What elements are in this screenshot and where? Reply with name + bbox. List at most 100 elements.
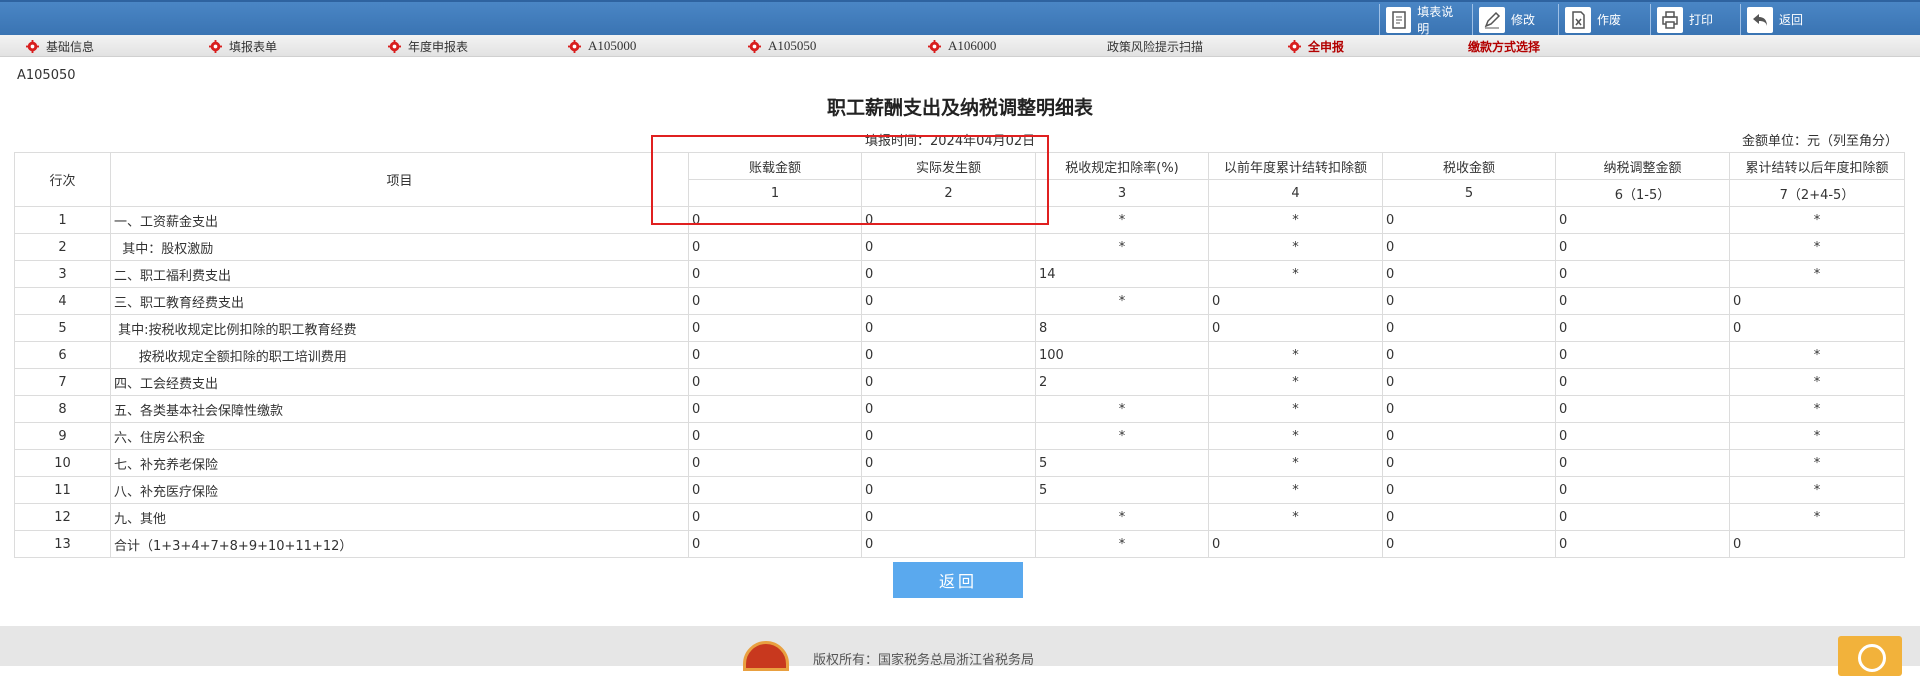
row-item: 四、工会经费支出 bbox=[110, 368, 689, 396]
value-cell[interactable]: 0 bbox=[1555, 476, 1730, 504]
value-cell[interactable]: 0 bbox=[1729, 314, 1905, 342]
header-col: 实际发生额 bbox=[861, 152, 1036, 180]
value-cell[interactable]: 0 bbox=[1382, 395, 1556, 423]
value-cell[interactable]: 0 bbox=[861, 368, 1036, 396]
value-cell[interactable]: 5 bbox=[1035, 476, 1209, 504]
value-cell[interactable]: 0 bbox=[688, 503, 862, 531]
value-cell[interactable]: 0 bbox=[688, 260, 862, 288]
value-cell[interactable]: 0 bbox=[1555, 287, 1730, 315]
value-cell[interactable]: 0 bbox=[861, 341, 1036, 369]
void-button[interactable]: 作废 bbox=[1558, 4, 1650, 35]
value-cell[interactable]: 0 bbox=[861, 503, 1036, 531]
back-button[interactable]: 返回 bbox=[893, 562, 1023, 598]
value-cell[interactable]: 0 bbox=[688, 314, 862, 342]
value-cell[interactable]: 0 bbox=[861, 260, 1036, 288]
value-cell[interactable]: 0 bbox=[1555, 368, 1730, 396]
value-cell[interactable]: 0 bbox=[1382, 476, 1556, 504]
value-cell[interactable]: 0 bbox=[861, 287, 1036, 315]
value-cell[interactable]: 100 bbox=[1035, 341, 1209, 369]
value-cell[interactable]: 0 bbox=[1729, 287, 1905, 315]
nav-item-policy-risk-scan[interactable]: 政策风险提示扫描 bbox=[1107, 38, 1203, 54]
printer-icon bbox=[1657, 6, 1683, 33]
value-cell[interactable]: 0 bbox=[861, 395, 1036, 423]
value-cell[interactable]: 0 bbox=[1555, 233, 1730, 261]
nav-item-a105050[interactable]: A105050 bbox=[748, 38, 816, 54]
nav-item-full-declare[interactable]: 全申报 bbox=[1288, 38, 1344, 54]
nav-item-fill-form[interactable]: 填报表单 bbox=[209, 38, 277, 54]
value-cell[interactable]: 8 bbox=[1035, 314, 1209, 342]
chat-helper-button[interactable] bbox=[1838, 636, 1902, 676]
value-cell[interactable]: 0 bbox=[688, 206, 862, 234]
value-cell[interactable]: 0 bbox=[1555, 503, 1730, 531]
row-item: 八、补充医疗保险 bbox=[110, 476, 689, 504]
value-cell[interactable]: 0 bbox=[861, 449, 1036, 477]
value-cell[interactable]: 0 bbox=[1208, 287, 1383, 315]
amount-unit: 金额单位：元（列至角分） bbox=[1741, 134, 1898, 149]
header-col: 税收规定扣除率(%) bbox=[1035, 152, 1209, 180]
value-cell[interactable]: 0 bbox=[1382, 449, 1556, 477]
value-cell[interactable]: 0 bbox=[1382, 260, 1556, 288]
nav-item-payment-method[interactable]: 缴款方式选择 bbox=[1468, 38, 1540, 54]
value-cell[interactable]: 0 bbox=[1382, 422, 1556, 450]
value-cell[interactable]: 0 bbox=[1555, 449, 1730, 477]
nav-item-basic-info[interactable]: 基础信息 bbox=[26, 38, 94, 54]
na-cell: * bbox=[1208, 476, 1383, 504]
value-cell[interactable]: 0 bbox=[861, 206, 1036, 234]
form-instructions-button[interactable]: 填表说明 bbox=[1379, 4, 1472, 36]
value-cell[interactable]: 0 bbox=[1382, 314, 1556, 342]
value-cell[interactable]: 0 bbox=[1382, 287, 1556, 315]
value-cell[interactable]: 0 bbox=[688, 287, 862, 315]
header-col-num: 4 bbox=[1208, 179, 1383, 207]
na-cell: * bbox=[1208, 233, 1383, 261]
value-cell[interactable]: 0 bbox=[861, 422, 1036, 450]
value-cell[interactable]: 0 bbox=[1555, 341, 1730, 369]
value-cell[interactable]: 0 bbox=[861, 233, 1036, 261]
value-cell[interactable]: 0 bbox=[1555, 422, 1730, 450]
value-cell[interactable]: 2 bbox=[1035, 368, 1209, 396]
value-cell[interactable]: 0 bbox=[688, 368, 862, 396]
value-cell[interactable]: 0 bbox=[1555, 260, 1730, 288]
value-cell[interactable]: 0 bbox=[688, 395, 862, 423]
value-cell[interactable]: 0 bbox=[1208, 530, 1383, 558]
value-cell[interactable]: 0 bbox=[861, 530, 1036, 558]
value-cell[interactable]: 0 bbox=[688, 341, 862, 369]
value-cell[interactable]: 0 bbox=[1729, 530, 1905, 558]
na-cell: * bbox=[1035, 503, 1209, 531]
value-cell[interactable]: 5 bbox=[1035, 449, 1209, 477]
value-cell[interactable]: 0 bbox=[1382, 341, 1556, 369]
value-cell[interactable]: 0 bbox=[1382, 368, 1556, 396]
value-cell[interactable]: 14 bbox=[1035, 260, 1209, 288]
value-cell[interactable]: 0 bbox=[1382, 503, 1556, 531]
value-cell[interactable]: 0 bbox=[688, 422, 862, 450]
value-cell[interactable]: 0 bbox=[688, 449, 862, 477]
nav-label: 政策风险提示扫描 bbox=[1107, 39, 1204, 54]
value-cell[interactable]: 0 bbox=[688, 476, 862, 504]
table-row: 3 二、职工福利费支出 0 0 14 * 0 0 * bbox=[14, 260, 1905, 288]
row-number: 5 bbox=[14, 314, 111, 342]
value-cell[interactable]: 0 bbox=[1555, 314, 1730, 342]
header-col-num: 1 bbox=[688, 179, 862, 207]
header-item: 项目 bbox=[110, 152, 689, 207]
nav-item-annual-report[interactable]: 年度申报表 bbox=[388, 38, 468, 54]
na-cell: * bbox=[1035, 206, 1209, 234]
modify-button[interactable]: 修改 bbox=[1472, 4, 1558, 35]
row-number: 12 bbox=[14, 503, 111, 531]
value-cell[interactable]: 0 bbox=[1555, 206, 1730, 234]
nav-item-a105000[interactable]: A105000 bbox=[568, 38, 636, 54]
nav-item-a106000[interactable]: A106000 bbox=[928, 38, 996, 54]
value-cell[interactable]: 0 bbox=[1382, 206, 1556, 234]
gear-icon bbox=[1288, 39, 1301, 53]
value-cell[interactable]: 0 bbox=[1555, 530, 1730, 558]
value-cell[interactable]: 0 bbox=[861, 476, 1036, 504]
value-cell[interactable]: 0 bbox=[688, 530, 862, 558]
value-cell[interactable]: 0 bbox=[1208, 314, 1383, 342]
return-button[interactable]: 返回 bbox=[1740, 4, 1920, 35]
na-cell: * bbox=[1035, 530, 1209, 558]
value-cell[interactable]: 0 bbox=[861, 314, 1036, 342]
value-cell[interactable]: 0 bbox=[688, 233, 862, 261]
pencil-icon bbox=[1479, 6, 1505, 33]
value-cell[interactable]: 0 bbox=[1382, 233, 1556, 261]
value-cell[interactable]: 0 bbox=[1555, 395, 1730, 423]
value-cell[interactable]: 0 bbox=[1382, 530, 1556, 558]
print-button[interactable]: 打印 bbox=[1650, 4, 1740, 35]
